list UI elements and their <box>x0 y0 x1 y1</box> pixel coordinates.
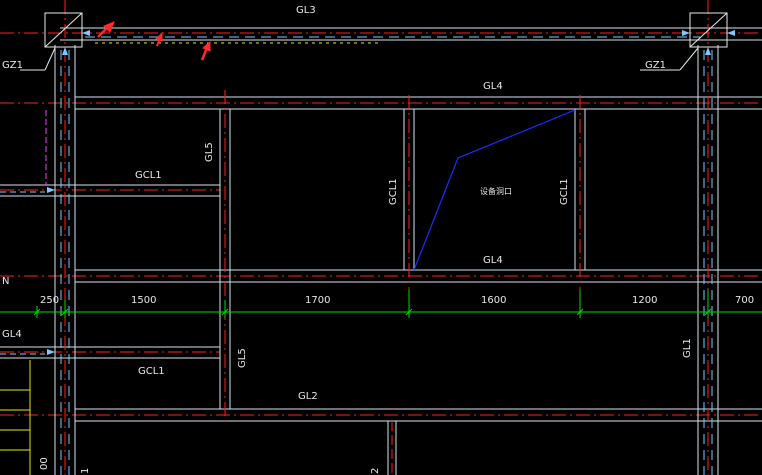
label-gcl1-upper: GCL1 <box>135 170 162 181</box>
label-gl4-top: GL4 <box>483 81 503 92</box>
label-n-mark: N <box>2 276 9 287</box>
dimension-label-4: 1600 <box>481 295 506 306</box>
label-gl4-left: GL4 <box>2 329 22 340</box>
label-gl2: GL2 <box>298 391 318 402</box>
label-gz1-left: GZ1 <box>2 60 23 71</box>
dimension-label-3: 1700 <box>305 295 330 306</box>
dimension-label-2: 1500 <box>131 295 156 306</box>
label-gcl1-vert-left: GCL1 <box>388 178 399 205</box>
label-gl5-lower: GL5 <box>237 348 248 368</box>
label-fragment-bottom-left: 00 <box>39 457 50 470</box>
dimension-label-5: 1200 <box>632 295 657 306</box>
label-opening: 设备洞口 <box>480 186 512 196</box>
label-gl4-middle: GL4 <box>483 255 503 266</box>
label-gz1-right: GZ1 <box>645 60 666 71</box>
label-gcl1-vert-right: GCL1 <box>559 178 570 205</box>
label-gcl1-lower: GCL1 <box>138 366 165 377</box>
canvas-background <box>0 0 762 475</box>
dimension-label-6: 700 <box>735 295 754 306</box>
label-gl1: GL1 <box>682 338 693 358</box>
label-gl5-upper: GL5 <box>204 142 215 162</box>
dimension-label-1: 250 <box>40 295 59 306</box>
cad-drawing-canvas[interactable]: GL3 GZ1 GZ1 GL4 GL5 GCL1 GCL1 GCL1 设备洞口 … <box>0 0 762 475</box>
label-fragment-bottom-b: 2 <box>370 468 381 474</box>
label-gl3: GL3 <box>296 5 316 16</box>
label-fragment-bottom-a: 1 <box>80 468 91 474</box>
